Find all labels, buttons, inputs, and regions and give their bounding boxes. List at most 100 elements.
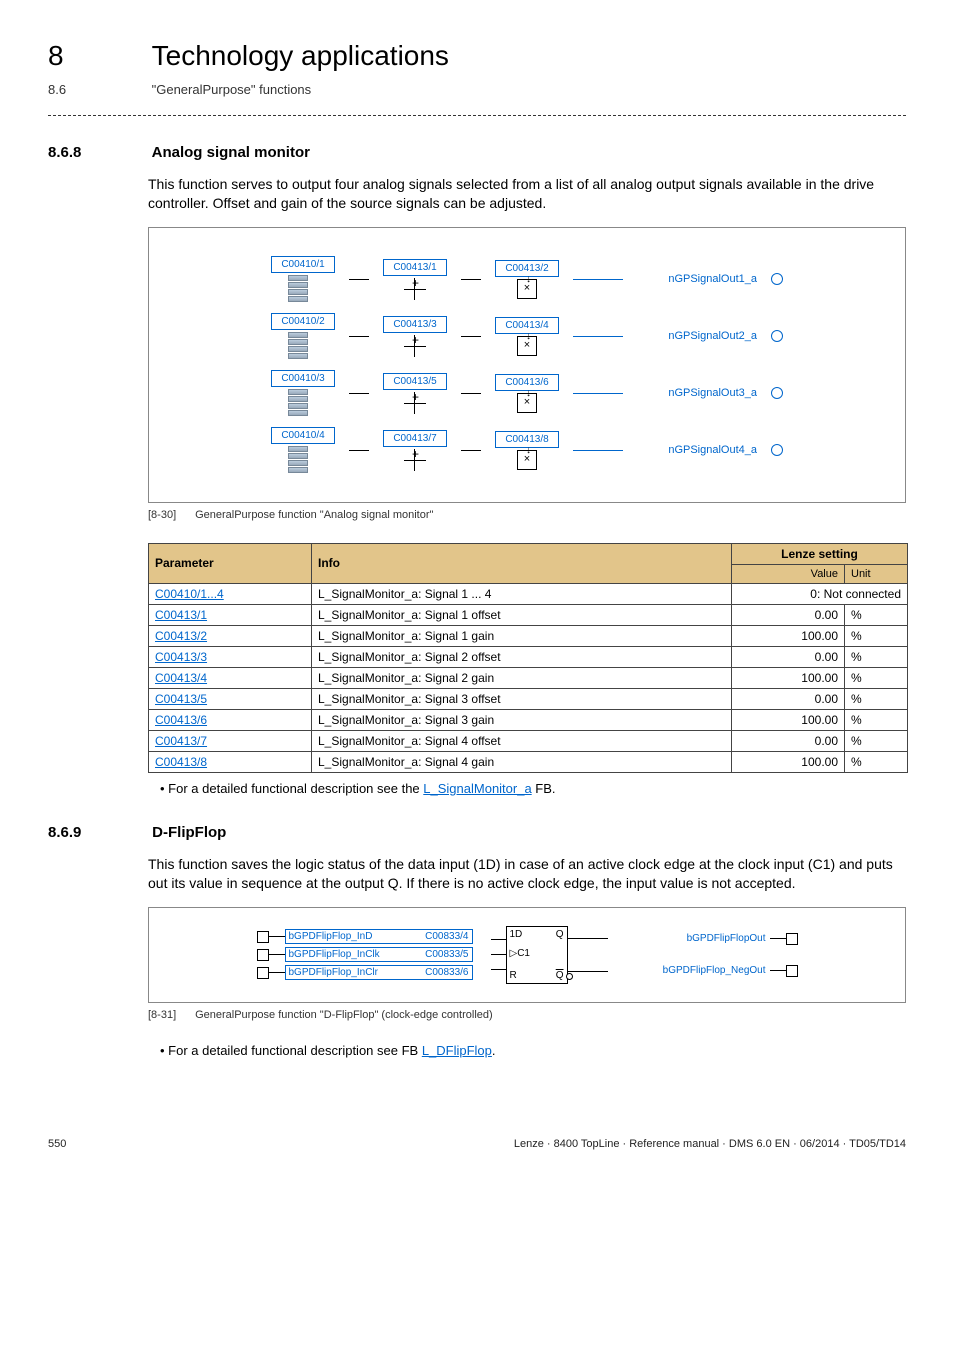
pin-qn: Q: [556, 970, 564, 981]
footnote-analog: For a detailed functional description se…: [160, 781, 906, 796]
output-signal-label: nGPSignalOut2_a: [637, 330, 757, 342]
param-value: 0.00: [732, 646, 845, 667]
input-param-code[interactable]: C00833/4: [425, 931, 468, 942]
input-label-box: bGPDFlipFlop_InClr C00833/6: [285, 965, 473, 980]
page-number: 550: [48, 1138, 66, 1150]
input-signal-name: bGPDFlipFlop_InD: [289, 931, 373, 942]
table-row: C00413/5 L_SignalMonitor_a: Signal 3 off…: [149, 688, 908, 709]
param-link-selector[interactable]: C00410/2: [271, 313, 335, 330]
param-info: L_SignalMonitor_a: Signal 1 offset: [312, 604, 732, 625]
gain-icon: ↓: [517, 450, 537, 470]
wire: [491, 954, 507, 955]
table-header-parameter: Parameter: [149, 543, 312, 583]
footnote-link-signalmonitor[interactable]: L_SignalMonitor_a: [423, 781, 531, 796]
param-unit: %: [845, 604, 908, 625]
param-link-selector[interactable]: C00410/4: [271, 427, 335, 444]
figure-analog-monitor: C00410/1 C00413/1 C00413/2 ↓ nGPSignalOu…: [148, 227, 906, 503]
output-signal-name: bGPDFlipFlop_NegOut: [626, 965, 770, 976]
parameter-table: Parameter Info Lenze setting Value Unit …: [148, 543, 908, 773]
chapter-title: Technology applications: [152, 40, 449, 71]
gain-icon: ↓: [517, 393, 537, 413]
offset-icon: [404, 335, 426, 357]
wire: [573, 279, 623, 280]
param-code-link[interactable]: C00413/4: [155, 671, 207, 685]
param-code-link[interactable]: C00413/2: [155, 629, 207, 643]
figure-index: [8-30]: [148, 509, 192, 521]
wire: [461, 450, 481, 451]
table-row: C00413/8 L_SignalMonitor_a: Signal 4 gai…: [149, 751, 908, 772]
input-param-code[interactable]: C00833/6: [425, 967, 468, 978]
pin-q: Q: [556, 929, 564, 940]
footnote-link-dflipflop[interactable]: L_DFlipFlop: [422, 1043, 492, 1058]
footnote-text-post: FB.: [532, 781, 556, 796]
param-value: 0.00: [732, 688, 845, 709]
table-header-info: Info: [312, 543, 732, 583]
pin-c1: ▷C1: [510, 948, 531, 959]
wire: [269, 936, 285, 937]
flipflop-output-row: bGPDFlipFlopOut: [626, 933, 798, 945]
wire: [568, 938, 608, 939]
wire: [461, 279, 481, 280]
chapter-header: 8 Technology applications: [48, 40, 906, 72]
output-terminal-icon: [786, 933, 798, 945]
wire: [461, 393, 481, 394]
flipflop-input-row: bGPDFlipFlop_InClr C00833/6: [257, 965, 473, 980]
param-link-selector[interactable]: C00410/1: [271, 256, 335, 273]
param-unit: %: [845, 667, 908, 688]
footnote-dflipflop: For a detailed functional description se…: [160, 1043, 906, 1058]
wire: [269, 972, 285, 973]
param-unit: %: [845, 625, 908, 646]
input-terminal-icon: [257, 931, 269, 943]
table-row: C00413/4 L_SignalMonitor_a: Signal 2 gai…: [149, 667, 908, 688]
param-value: 0: Not connected: [732, 583, 908, 604]
input-terminal-icon: [257, 967, 269, 979]
param-link-offset[interactable]: C00413/7: [383, 430, 447, 447]
subsection-number: 8.6: [48, 82, 148, 97]
section-heading-analog: 8.6.8 Analog signal monitor: [48, 144, 906, 161]
param-code-link[interactable]: C00413/5: [155, 692, 207, 706]
param-code-link[interactable]: C00413/8: [155, 755, 207, 769]
param-link-offset[interactable]: C00413/1: [383, 259, 447, 276]
param-link-offset[interactable]: C00413/3: [383, 316, 447, 333]
param-info: L_SignalMonitor_a: Signal 3 gain: [312, 709, 732, 730]
param-code-link[interactable]: C00413/3: [155, 650, 207, 664]
wire: [770, 970, 786, 971]
param-code-link[interactable]: C00410/1...4: [155, 587, 224, 601]
figure-caption-dflipflop: [8-31] GeneralPurpose function "D-FlipFl…: [148, 1009, 906, 1021]
output-terminal-icon: [771, 444, 783, 456]
output-signal-label: nGPSignalOut4_a: [637, 444, 757, 456]
inverter-bubble: [566, 973, 573, 980]
output-signal-label: nGPSignalOut3_a: [637, 387, 757, 399]
param-info: L_SignalMonitor_a: Signal 4 gain: [312, 751, 732, 772]
section-description: This function saves the logic status of …: [148, 855, 906, 893]
param-info: L_SignalMonitor_a: Signal 2 offset: [312, 646, 732, 667]
param-info: L_SignalMonitor_a: Signal 1 gain: [312, 625, 732, 646]
wire: [573, 393, 623, 394]
gain-icon: ↓: [517, 279, 537, 299]
param-value: 0.00: [732, 604, 845, 625]
flipflop-input-row: bGPDFlipFlop_InClk C00833/5: [257, 947, 473, 962]
wire: [568, 971, 608, 972]
param-link-selector[interactable]: C00410/3: [271, 370, 335, 387]
param-code-link[interactable]: C00413/6: [155, 713, 207, 727]
offset-icon: [404, 392, 426, 414]
param-info: L_SignalMonitor_a: Signal 4 offset: [312, 730, 732, 751]
table-row: C00413/2 L_SignalMonitor_a: Signal 1 gai…: [149, 625, 908, 646]
table-row: C00410/1...4 L_SignalMonitor_a: Signal 1…: [149, 583, 908, 604]
table-header-value: Value: [732, 564, 845, 583]
offset-icon: [404, 449, 426, 471]
table-row: C00413/7 L_SignalMonitor_a: Signal 4 off…: [149, 730, 908, 751]
input-param-code[interactable]: C00833/5: [425, 949, 468, 960]
wire: [349, 336, 369, 337]
section-number: 8.6.8: [48, 144, 148, 161]
param-value: 100.00: [732, 625, 845, 646]
param-link-offset[interactable]: C00413/5: [383, 373, 447, 390]
section-title: D-FlipFlop: [152, 824, 226, 841]
subsection-line: 8.6 "GeneralPurpose" functions: [48, 82, 906, 97]
figure-caption-text: GeneralPurpose function "D-FlipFlop" (cl…: [195, 1009, 493, 1021]
wire: [269, 954, 285, 955]
param-code-link[interactable]: C00413/7: [155, 734, 207, 748]
param-code-link[interactable]: C00413/1: [155, 608, 207, 622]
chapter-number: 8: [48, 40, 148, 72]
footnote-text-pre: For a detailed functional description se…: [168, 1043, 422, 1058]
